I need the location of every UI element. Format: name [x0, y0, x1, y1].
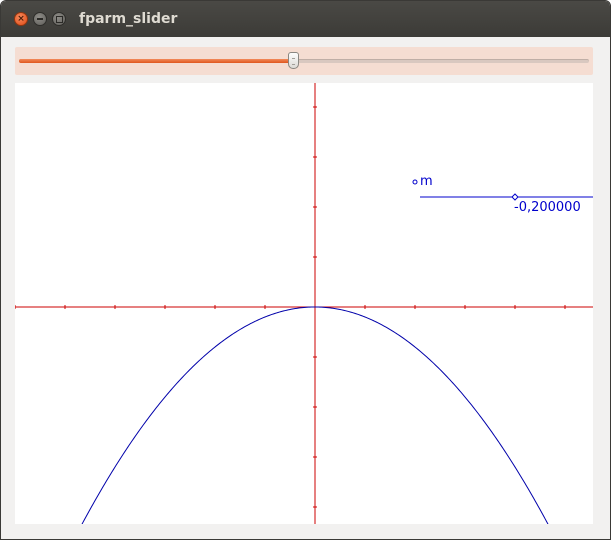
- window-title: fparm_slider: [79, 11, 178, 27]
- slider-fill: [19, 59, 293, 63]
- slider-panel: [15, 47, 593, 75]
- title-bar[interactable]: × fparm_slider: [1, 1, 610, 37]
- close-icon: ×: [17, 13, 25, 24]
- minimize-icon: [37, 18, 43, 20]
- maximize-button[interactable]: [52, 12, 66, 26]
- close-button[interactable]: ×: [14, 12, 28, 26]
- app-window: × fparm_slider m -0,200000: [0, 0, 611, 540]
- slider-thumb[interactable]: [288, 52, 299, 69]
- maximize-icon: [55, 15, 63, 23]
- function-plot: [15, 83, 593, 524]
- parameter-value-label: -0,200000: [514, 200, 581, 215]
- minimize-button[interactable]: [33, 12, 47, 26]
- parameter-name-label: m: [420, 174, 433, 189]
- parameter-point[interactable]: [412, 179, 418, 185]
- plot-area: m -0,200000: [15, 83, 593, 524]
- slider-track[interactable]: [19, 52, 589, 69]
